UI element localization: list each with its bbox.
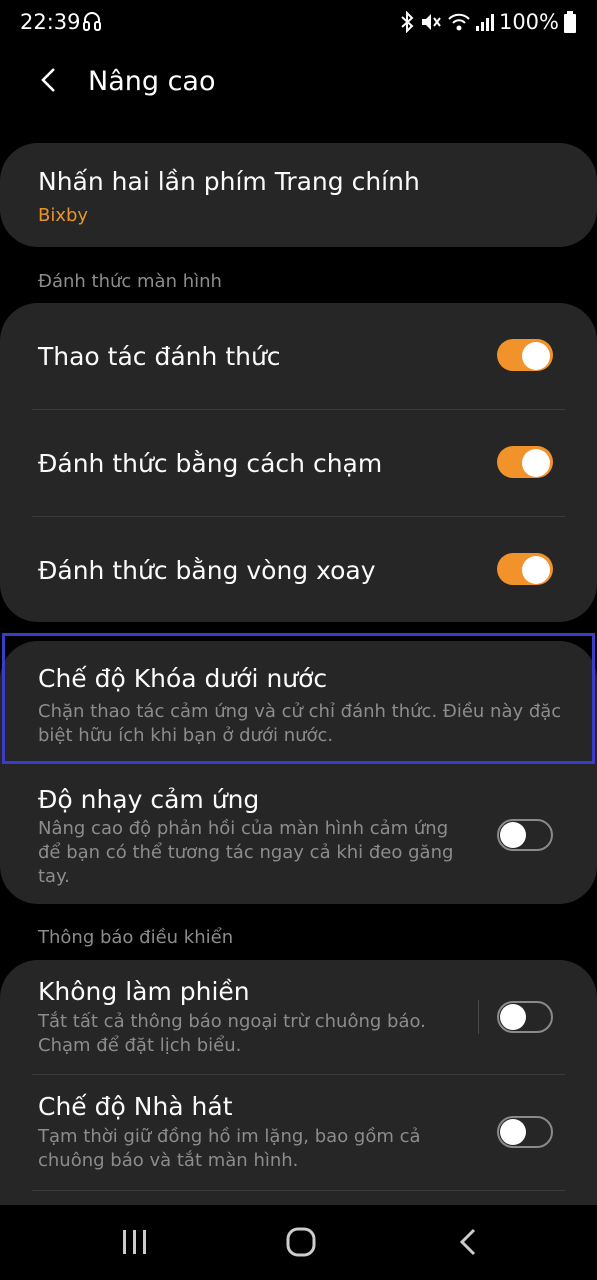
divider [32,409,565,410]
wake-touch-toggle[interactable] [497,446,553,478]
divider [32,1074,565,1075]
toggle-knob [522,449,550,477]
touch-sensitivity-subtitle: Nâng cao độ phản hồi của màn hình cảm ứn… [38,818,454,887]
toggle-knob [500,822,526,848]
recent-apps-icon[interactable] [120,1227,150,1261]
vertical-divider [478,1000,479,1034]
double-press-home-item[interactable]: Nhấn hai lần phím Trang chính Bixby [0,143,597,247]
wifi-icon [447,11,471,33]
app-header: Nâng cao [0,54,597,114]
wake-gesture-toggle[interactable] [497,339,553,371]
double-press-title: Nhấn hai lần phím Trang chính [38,167,420,196]
navigation-bar [0,1205,597,1280]
home-icon[interactable] [285,1227,317,1261]
bluetooth-icon [399,11,415,33]
double-press-value: Bixby [38,205,89,226]
back-arrow-icon[interactable] [34,64,68,98]
section-label-notify: Thông báo điều khiển [38,927,234,948]
battery-text: 100% [498,10,559,34]
wake-gesture-title: Thao tác đánh thức [38,342,281,371]
battery-icon [563,10,577,34]
mute-icon [419,11,443,33]
divider [32,1190,565,1191]
section-label-wake: Đánh thức màn hình [38,271,222,292]
touch-sensitivity-title: Độ nhạy cảm ứng [38,785,260,814]
toggle-knob [500,1004,526,1030]
status-time: 22:39 [20,10,81,34]
page-title: Nâng cao [88,66,216,97]
toggle-knob [522,556,550,584]
theater-mode-title: Chế độ Nhà hát [38,1092,233,1121]
notification-control-card: Không làm phiền Tắt tất cả thông báo ngo… [0,960,597,1210]
wake-bezel-title: Đánh thức bằng vòng xoay [38,556,376,585]
wake-screen-card: Thao tác đánh thức Đánh thức bằng cách c… [0,303,597,622]
divider [32,516,565,517]
do-not-disturb-title: Không làm phiền [38,977,250,1006]
wake-touch-title: Đánh thức bằng cách chạm [38,449,383,478]
toggle-knob [500,1119,526,1145]
back-icon[interactable] [456,1227,482,1261]
headset-icon [82,10,102,38]
touch-sensitivity-toggle[interactable] [497,819,553,851]
toggle-knob [522,342,550,370]
highlight-box [2,633,595,764]
do-not-disturb-subtitle: Tắt tất cả thông báo ngoại trừ chuông bá… [38,1011,426,1056]
signal-icon [475,11,495,33]
do-not-disturb-toggle[interactable] [497,1001,553,1033]
status-bar: 22:39 100% [0,0,597,46]
wake-bezel-toggle[interactable] [497,553,553,585]
theater-mode-toggle[interactable] [497,1116,553,1148]
theater-mode-subtitle: Tạm thời giữ đồng hồ im lặng, bao gồm cả… [38,1126,421,1171]
